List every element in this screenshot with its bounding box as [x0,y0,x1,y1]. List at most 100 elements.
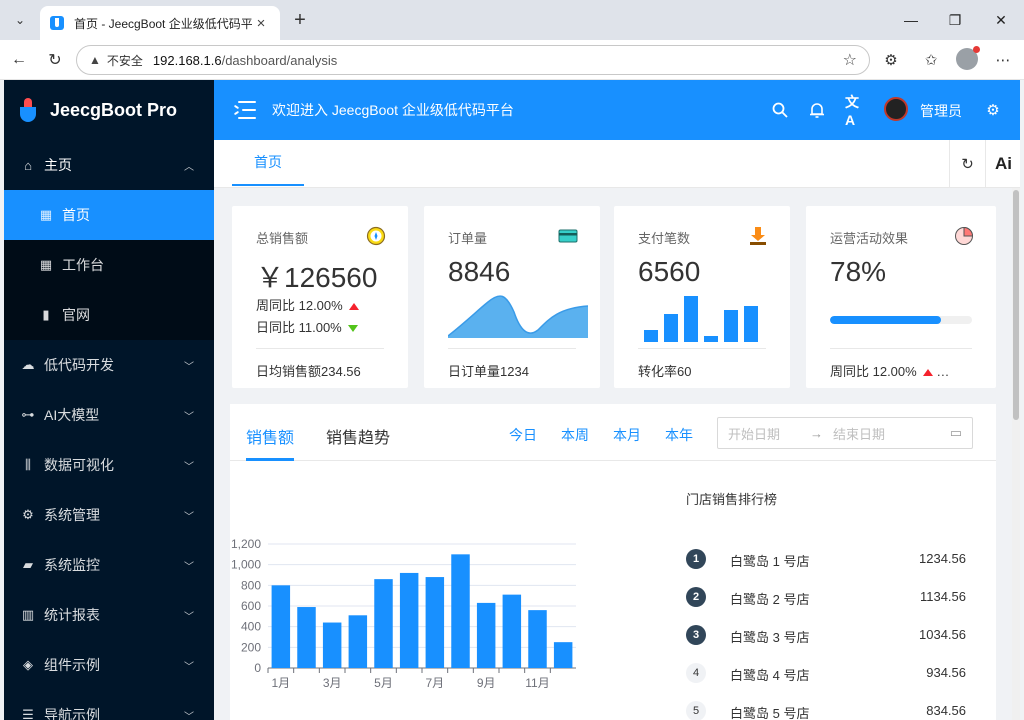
ops-progress-bar [830,316,972,324]
reload-icon[interactable]: ↻ [42,48,68,72]
card-footer: 周同比 12.00% … [830,348,972,380]
card-footer: 日均销售额234.56 [256,348,384,380]
x-tick-label: 9月 [477,676,496,690]
y-tick-label: 800 [241,578,261,592]
bar [553,642,573,668]
rank-number: 4 [686,663,706,683]
rank-name: 白鹭岛 4 号店 [730,668,810,683]
maximize-icon[interactable]: ❐ [940,8,970,32]
menu-lowcode[interactable]: ☁ 低代码开发 ﹀ [4,340,214,390]
rank-name: 白鹭岛 3 号店 [730,630,810,645]
tab-sales[interactable]: 销售额 [246,424,294,448]
rank-number: 5 [686,701,706,720]
browser-tab[interactable]: 首页 - JeecgBoot 企业级低代码平台 × [40,6,280,40]
chevron-down-icon: ﹀ [184,511,194,523]
bar [374,579,393,668]
scrollbar-thumb[interactable] [1013,190,1019,420]
menu-fold-icon[interactable] [233,101,256,119]
logo[interactable]: JeecgBoot Pro [4,80,214,140]
grid-icon: ▦ [39,207,53,222]
extensions-icon[interactable]: ⚙ [878,48,904,72]
orders-area-sparkline [448,295,588,338]
menu-dataviz[interactable]: ⫼ 数据可视化 ﹀ [4,440,214,490]
menu-system[interactable]: ⚙ 系统管理 ﹀ [4,490,214,540]
menu-website[interactable]: ▮ 官网 [4,290,214,340]
range-today[interactable]: 今日 [509,425,537,445]
search-icon[interactable] [770,100,790,120]
settings-icon[interactable]: ⚙ [983,100,1003,120]
card-title: 总销售额 [256,231,309,246]
avatar[interactable] [884,97,908,121]
card-title: 运营活动效果 [830,231,909,246]
url-path: /dashboard/analysis [221,52,338,68]
tab-home[interactable]: 首页 [232,140,304,186]
username[interactable]: 管理员 [920,101,962,121]
close-window-icon[interactable]: ✕ [986,8,1016,32]
menu-workbench[interactable]: ▦ 工作台 [4,240,214,290]
menu-label: AI大模型 [44,407,100,423]
rank-name: 白鹭岛 2 号店 [730,592,810,607]
menu-report[interactable]: ▥ 统计报表 ﹀ [4,590,214,640]
favicon-icon [50,16,64,30]
menu-home[interactable]: ⌂ 主页 ︿ [4,140,214,190]
rank-row: 1 白鹭岛 1 号店 1234.56 [686,549,966,569]
back-icon[interactable]: ← [6,48,32,72]
menu-label: 系统监控 [44,557,100,573]
menu-label: 工作台 [62,257,104,273]
close-tab-icon[interactable]: × [252,15,270,32]
favorites-icon[interactable]: ✩ [918,48,944,72]
range-month[interactable]: 本月 [613,425,641,445]
date-range-picker[interactable]: 开始日期 → 结束日期 ▭ [717,417,973,449]
rank-value: 834.56 [926,703,966,718]
sidebar: JeecgBoot Pro ⌂ 主页 ︿ ▦ 首页 ▦ 工作台 ▮ 官网 ☁ 低… [4,80,214,720]
range-week[interactable]: 本周 [561,425,589,445]
menu-label: 统计报表 [44,607,100,623]
tab-trend[interactable]: 销售趋势 [326,424,390,448]
menu-dashboard[interactable]: ▦ 首页 [4,190,214,240]
card-orders: 订单量 8846 日订单量1234 [424,206,600,388]
chevron-down-icon: ﹀ [184,661,194,673]
more-icon[interactable]: ⋯ [990,48,1016,72]
address-bar[interactable]: ▲ 不安全 192.168.1.6 /dashboard/analysis ☆ [76,45,870,75]
calendar-icon: ▭ [949,425,962,440]
menu-label: 数据可视化 [44,457,114,473]
translate-icon[interactable]: 文A [845,94,865,128]
menu-ai[interactable]: ⊶ AI大模型 ﹀ [4,390,214,440]
menu-components[interactable]: ◈ 组件示例 ﹀ [4,640,214,690]
browser-toolbar: ← ↻ ▲ 不安全 192.168.1.6 /dashboard/analysi… [0,40,1024,80]
menu-nav[interactable]: ☰ 导航示例 ﹀ [4,690,214,720]
bar [399,572,419,668]
trend-week-label: 周同比 12.00% [256,298,343,313]
rank-name: 白鹭岛 1 号店 [730,554,810,569]
page-tabs: 首页 ↻ Ai [214,140,1020,188]
trend-up-icon [348,303,359,311]
card-ops: 运营活动效果 78% 周同比 12.00% … [806,206,996,388]
new-tab-icon[interactable]: + [288,8,312,32]
range-year[interactable]: 本年 [665,425,693,445]
favorite-star-icon[interactable]: ☆ [843,50,857,70]
date-start-input[interactable]: 开始日期 [728,424,780,443]
rank-row: 5 白鹭岛 5 号店 834.56 [686,701,966,720]
chevron-down-icon: ﹀ [184,611,194,623]
pie-chart-icon [955,226,974,245]
rank-row: 3 白鹭岛 3 号店 1034.56 [686,625,966,645]
menu-monitor[interactable]: ▰ 系统监控 ﹀ [4,540,214,590]
bar [425,577,445,668]
chevron-down-icon: ﹀ [184,561,194,573]
chart-icon: ⫼ [25,457,31,472]
compass-icon [366,226,386,246]
date-end-input[interactable]: 结束日期 [833,424,885,443]
profile-avatar-icon[interactable] [956,46,980,70]
chevron-down-icon: ﹀ [184,361,194,373]
y-tick-label: 600 [241,599,261,613]
refresh-icon[interactable]: ↻ [949,140,985,188]
rank-number: 1 [686,549,706,569]
y-tick-label: 200 [241,640,261,654]
rank-value: 1034.56 [919,627,966,642]
x-tick-label: 11月 [525,676,549,690]
minimize-icon[interactable]: — [896,8,926,32]
rank-title: 门店销售排行榜 [686,492,778,507]
ai-button[interactable]: Ai [985,140,1021,188]
tab-list-chevron-icon[interactable]: ⌄ [8,8,32,32]
bell-icon[interactable] [807,100,827,120]
